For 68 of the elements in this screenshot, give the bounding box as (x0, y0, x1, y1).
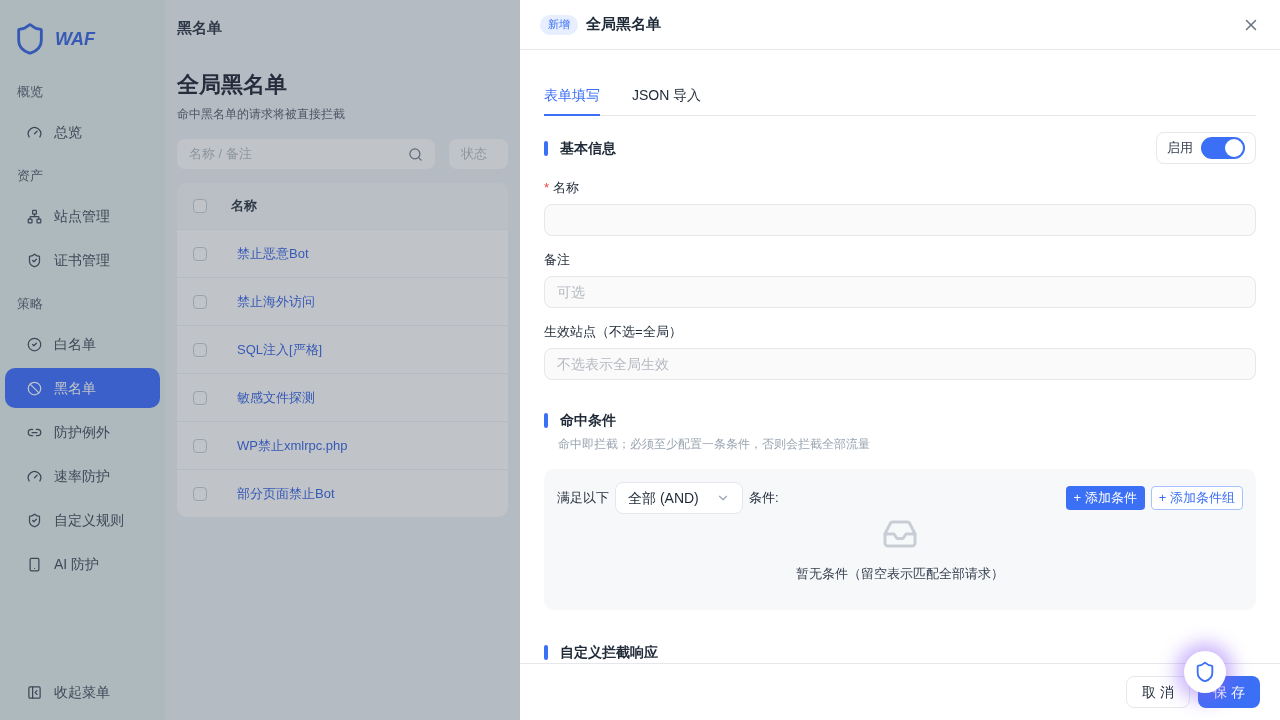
input-field[interactable] (544, 204, 1256, 236)
breadcrumb: 黑名单 (177, 17, 223, 38)
rule-link[interactable]: 禁止恶意Bot (237, 243, 309, 264)
sidebar-item[interactable]: 站点管理 (5, 196, 160, 236)
sidebar-group-label: 资产 (16, 167, 44, 186)
shield-icon (1194, 661, 1216, 683)
tab[interactable]: 表单填写 (544, 76, 600, 116)
field-label: 名称 (553, 179, 580, 198)
rule-link[interactable]: WP禁止xmlrpc.php (237, 435, 348, 456)
sidebar-group-label: 策略 (16, 295, 44, 314)
column-header: 名称 (231, 197, 257, 216)
conditions-prefix: 满足以下 (557, 489, 609, 508)
checkbox[interactable] (193, 199, 207, 213)
section-hint: 命中即拦截；必须至少配置一条条件，否则会拦截全部流量 (558, 436, 871, 453)
enable-switch[interactable] (1201, 137, 1245, 159)
sidebar-item[interactable]: AI 防护 (5, 544, 160, 584)
rule-link[interactable]: SQL注入[严格] (237, 339, 323, 360)
sidebar-item[interactable]: 总览 (5, 112, 160, 152)
sidebar-group-label: 概览 (16, 83, 44, 102)
sidebar-item[interactable]: 速率防护 (5, 456, 160, 496)
tab[interactable]: JSON 导入 (632, 76, 702, 116)
input-field[interactable]: 不选表示全局生效 (544, 348, 1256, 380)
checkbox[interactable] (193, 390, 207, 405)
section-title: 命中条件 (560, 411, 616, 430)
rule-link[interactable]: 禁止海外访问 (237, 291, 315, 312)
input-field[interactable]: 可选 (544, 276, 1256, 308)
checkbox[interactable] (193, 486, 207, 501)
logo-text: WAF (55, 27, 95, 51)
sidebar-item[interactable]: 证书管理 (5, 240, 160, 280)
checkbox[interactable] (193, 342, 207, 357)
page-title: 全局黑名单 (177, 71, 288, 99)
mode-select[interactable]: 全部 (AND) (615, 482, 743, 514)
rule-link[interactable]: 敏感文件探测 (237, 387, 315, 408)
required-mark: * (544, 179, 550, 198)
menu-icon (27, 468, 42, 484)
drawer-title: 全局黑名单 (586, 14, 661, 35)
new-badge: 新增 (540, 14, 578, 35)
section-marker (544, 644, 548, 660)
section-title: 自定义拦截响应 (560, 642, 658, 662)
empty-message: 暂无条件（留空表示匹配全部请求） (796, 565, 1004, 583)
collapse-menu-button[interactable]: 收起菜单 (5, 672, 160, 712)
sidebar-item[interactable]: 自定义规则 (5, 500, 160, 540)
field-label: 备注 (544, 251, 570, 270)
menu-icon (27, 252, 42, 268)
section-title: 基本信息 (560, 138, 616, 158)
conditions-suffix: 条件: (749, 489, 779, 508)
enable-label: 启用 (1167, 139, 1193, 158)
add-condition-button[interactable]: + 添加条件 (1065, 486, 1145, 510)
page-subtitle: 命中黑名单的请求将被直接拦截 (177, 106, 346, 123)
menu-icon (27, 380, 42, 396)
search-icon (408, 146, 423, 162)
menu-icon (27, 124, 42, 140)
collapse-icon (27, 684, 42, 700)
section-marker (544, 140, 548, 156)
menu-icon (27, 208, 42, 224)
add-condition-group-button[interactable]: + 添加条件组 (1150, 486, 1243, 510)
sidebar-item[interactable]: 黑名单 (5, 368, 160, 408)
menu-icon (27, 556, 42, 572)
checkbox[interactable] (193, 294, 207, 309)
menu-icon (27, 512, 42, 528)
rule-link[interactable]: 部分页面禁止Bot (237, 483, 335, 504)
checkbox[interactable] (193, 246, 207, 261)
sidebar-item[interactable]: 防护例外 (5, 412, 160, 452)
checkbox[interactable] (193, 438, 207, 453)
field-label: 生效站点（不选=全局） (544, 323, 682, 342)
sidebar-item[interactable]: 白名单 (5, 324, 160, 364)
menu-icon (27, 336, 42, 352)
section-marker (544, 413, 548, 428)
